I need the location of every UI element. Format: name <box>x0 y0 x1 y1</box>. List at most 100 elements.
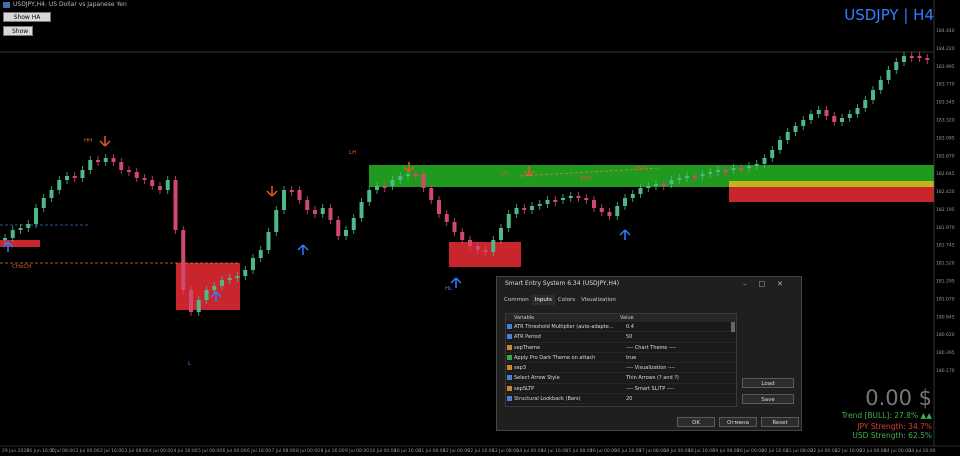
candle <box>196 300 201 312</box>
table-row[interactable]: sepTheme ---- Chart Theme ---- <box>506 343 736 353</box>
candle <box>297 190 302 200</box>
time-tick: 19 Jul 08:00 <box>713 448 740 454</box>
minimize-icon[interactable]: – <box>743 280 759 288</box>
save-button[interactable]: Save <box>742 394 794 404</box>
scrollbar[interactable] <box>731 322 735 332</box>
candle <box>127 170 131 172</box>
time-tick: 24 Jul 00:00 <box>884 448 911 454</box>
show-button[interactable]: Show <box>3 26 33 36</box>
load-button[interactable]: Load <box>742 378 794 388</box>
candle <box>88 160 93 170</box>
col-variable: Variable <box>514 315 535 321</box>
parameter-icon <box>507 385 512 391</box>
trend-status: Trend [BULL]: 27.8% ▲▲ <box>841 411 932 420</box>
dialog-tabs: Common Inputs Colors Visualization <box>501 295 619 305</box>
candle <box>902 56 906 62</box>
candle <box>506 214 511 228</box>
candle <box>770 150 775 158</box>
candle <box>708 172 713 174</box>
candle <box>367 190 372 202</box>
candle <box>871 90 875 100</box>
symbol-label: USDJPY | H4 <box>844 6 934 24</box>
time-tick: 4 Jul 00:00 <box>149 448 173 454</box>
up-arrow-icon <box>450 277 462 288</box>
candle <box>778 140 782 150</box>
table-row[interactable]: ATR Threshold Multiplier (auto-adapte...… <box>506 322 736 333</box>
table-row[interactable]: Apply Pro Dark Theme on attach true <box>506 353 736 364</box>
time-tick: 20 Jul 16:00 <box>762 448 789 454</box>
maximize-icon[interactable]: □ <box>759 280 778 288</box>
close-icon[interactable]: ✕ <box>777 280 795 288</box>
price-tick: 184.220 <box>936 46 955 52</box>
price-tick: 181.970 <box>936 225 955 231</box>
candle <box>576 196 581 198</box>
time-tick: 24 Jul 16:00 <box>909 448 936 454</box>
show-ha-button[interactable]: Show HA <box>3 12 51 22</box>
table-row[interactable]: Select Arrow Style Thin Arrows (? and ?) <box>506 373 736 384</box>
candle <box>390 180 395 186</box>
time-tick: 18 Jul 00:00 <box>664 448 691 454</box>
structure-label: LH <box>349 150 356 156</box>
tab-common[interactable]: Common <box>501 295 532 305</box>
row-value: ---- Visualization ---- <box>626 365 676 372</box>
candle <box>925 58 930 60</box>
tab-inputs[interactable]: Inputs <box>531 295 555 305</box>
col-value: Value <box>620 315 634 321</box>
time-tick: 21 Jul 08:00 <box>786 448 813 454</box>
candle <box>336 220 341 236</box>
price-tick: 184.440 <box>936 28 955 34</box>
candle <box>204 290 209 300</box>
candle <box>824 110 829 116</box>
price-tick: 183.320 <box>936 117 955 123</box>
inputs-table[interactable]: Variable Value ATR Threshold Multiplier (… <box>505 313 737 407</box>
time-tick: 23 Jul 08:00 <box>860 448 887 454</box>
table-row[interactable]: ATR Period 50 <box>506 332 736 343</box>
parameter-icon <box>507 334 512 340</box>
price-tick: 182.195 <box>936 207 955 213</box>
candle <box>638 188 643 194</box>
structure-label: BOS <box>635 166 647 172</box>
candle <box>173 180 178 230</box>
table-rows: ATR Threshold Multiplier (auto-adapte...… <box>506 322 736 405</box>
chart-window-icon <box>3 1 10 8</box>
time-tick: 10 Jul 16:00 <box>394 448 421 454</box>
time-tick: 3 Jul 08:00 <box>125 448 149 454</box>
time-tick: 5 Jul 08:00 <box>198 448 222 454</box>
usd-strength: USD Strength: 62.5% <box>852 431 932 440</box>
time-tick: 2 Jul 00:00 <box>76 448 100 454</box>
price-tick: 183.095 <box>936 135 955 141</box>
dialog-title-text: Smart Entry System 6.34 (USDJPY,H4) <box>505 280 620 287</box>
tab-colors[interactable]: Colors <box>555 295 578 305</box>
candle <box>49 190 54 198</box>
cancel-button[interactable]: Отмена <box>719 417 757 427</box>
candle <box>258 250 263 258</box>
candle <box>499 228 503 240</box>
price-chart[interactable]: HH LH LH HL L CHoCH BOS BOS 184.440 184.220 183.9… <box>0 0 960 456</box>
candle <box>96 160 100 162</box>
candle <box>165 180 170 190</box>
table-row[interactable]: sepSLTP ---- Smart SL/TP ---- <box>506 384 736 395</box>
row-value: 20 <box>626 396 633 403</box>
candle <box>235 276 240 278</box>
window-controls[interactable]: –□✕ <box>743 277 795 291</box>
candle <box>359 202 364 218</box>
price-tick: 183.545 <box>936 100 955 106</box>
candle <box>181 230 186 290</box>
candle <box>313 210 317 214</box>
ok-button[interactable]: OK <box>677 417 715 427</box>
candle <box>3 238 7 240</box>
time-tick: 11 Jul 08:00 <box>419 448 446 454</box>
candle <box>692 176 697 178</box>
reset-button[interactable]: Reset <box>761 417 799 427</box>
candle <box>599 208 604 212</box>
time-tick: 16 Jul 16:00 <box>615 448 642 454</box>
candle <box>809 114 813 120</box>
candle <box>344 230 348 236</box>
candle <box>103 158 108 162</box>
time-tick: 12 Jul 16:00 <box>468 448 495 454</box>
table-row[interactable]: sep3 ---- Visualization ---- <box>506 363 736 374</box>
candle <box>654 184 658 186</box>
table-row[interactable]: Structural Lookback (Bars) 20 <box>506 394 736 405</box>
time-tick: 2 Jul 16:00 <box>100 448 124 454</box>
tab-visualization[interactable]: Visualization <box>578 295 619 305</box>
